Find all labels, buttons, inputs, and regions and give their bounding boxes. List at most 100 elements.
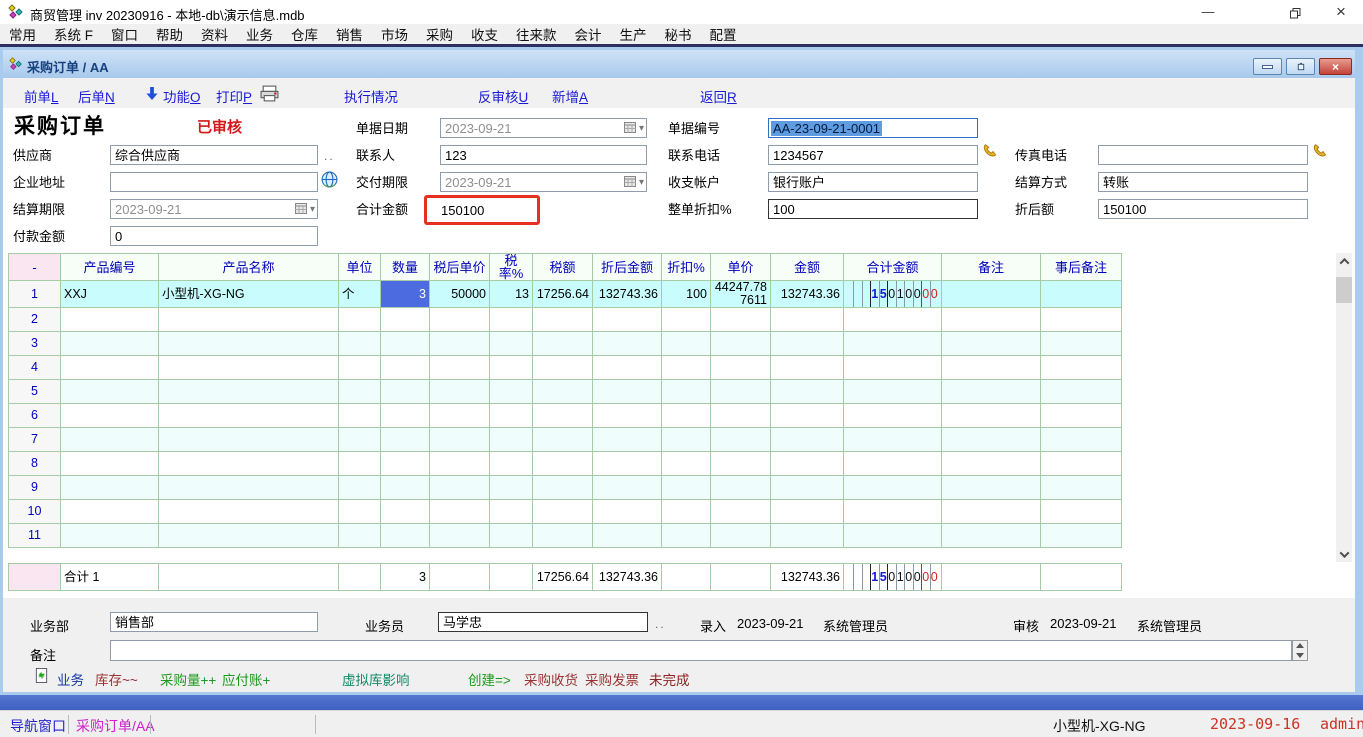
cell[interactable]: 15010000 [844, 564, 942, 591]
menu-item[interactable]: 采购 [417, 22, 462, 46]
cell[interactable] [490, 332, 533, 356]
action-9[interactable]: 未完成 [649, 669, 690, 689]
cell[interactable] [339, 356, 381, 380]
cell[interactable] [533, 356, 593, 380]
cell[interactable]: 132743.36 [593, 564, 662, 591]
cell[interactable] [490, 524, 533, 548]
cell[interactable] [381, 428, 430, 452]
cell[interactable] [533, 428, 593, 452]
cell[interactable] [593, 476, 662, 500]
cell[interactable] [533, 476, 593, 500]
cell[interactable] [942, 404, 1041, 428]
menu-item[interactable]: 系统 F [45, 22, 102, 46]
cell[interactable] [593, 380, 662, 404]
cell[interactable] [662, 500, 711, 524]
cell[interactable] [662, 380, 711, 404]
cell[interactable] [339, 564, 381, 591]
row-number[interactable]: 7 [9, 428, 61, 452]
cell[interactable] [1041, 476, 1122, 500]
cell[interactable]: 个 [339, 281, 381, 308]
cell[interactable] [771, 404, 844, 428]
cell[interactable] [593, 524, 662, 548]
cell[interactable]: 13 [490, 281, 533, 308]
fax-phone-icon[interactable] [1312, 143, 1329, 165]
row-number[interactable]: 9 [9, 476, 61, 500]
cell[interactable] [159, 308, 339, 332]
cell[interactable]: 3 [381, 281, 430, 308]
cell[interactable] [61, 452, 159, 476]
cell[interactable] [490, 476, 533, 500]
cell[interactable] [771, 356, 844, 380]
cell[interactable] [61, 428, 159, 452]
supplier-input[interactable]: 综合供应商 [110, 145, 318, 165]
cell[interactable] [533, 404, 593, 428]
cell[interactable] [1041, 404, 1122, 428]
cell[interactable] [159, 564, 339, 591]
remark-scrollbar[interactable] [1292, 640, 1308, 661]
cell[interactable] [1041, 308, 1122, 332]
cell[interactable] [662, 524, 711, 548]
cell[interactable] [339, 476, 381, 500]
cell[interactable] [942, 428, 1041, 452]
cell[interactable]: 132743.36 [771, 564, 844, 591]
child-minimize-button[interactable] [1253, 58, 1282, 75]
next-doc-button[interactable]: 后单N [78, 86, 115, 106]
cell[interactable] [942, 524, 1041, 548]
cell[interactable] [430, 476, 490, 500]
cell[interactable] [711, 356, 771, 380]
child-close-button[interactable]: × [1319, 58, 1352, 75]
cell[interactable] [339, 500, 381, 524]
paid-amount-input[interactable]: 0 [110, 226, 318, 246]
account-input[interactable]: 银行账户 [768, 172, 978, 192]
cell[interactable] [490, 308, 533, 332]
delivery-date-input[interactable]: 2023-09-21 ▾ [440, 172, 647, 192]
cell[interactable] [662, 452, 711, 476]
cell[interactable] [381, 356, 430, 380]
salesman-browse-button[interactable]: .. [655, 617, 666, 631]
cell[interactable]: 小型机-XG-NG [159, 281, 339, 308]
cell[interactable] [430, 356, 490, 380]
action-1[interactable]: 业务 [57, 669, 84, 689]
cell[interactable] [339, 524, 381, 548]
cell[interactable] [711, 452, 771, 476]
cell[interactable] [159, 524, 339, 548]
back-button[interactable]: 返回R [700, 86, 737, 106]
cell[interactable] [490, 428, 533, 452]
scroll-up-button[interactable] [1336, 253, 1352, 269]
action-4[interactable]: 应付账+ [222, 669, 270, 689]
cell[interactable] [61, 524, 159, 548]
contact-input[interactable]: 123 [440, 145, 647, 165]
dropdown-arrow-icon[interactable]: ▾ [639, 120, 644, 137]
cell[interactable] [159, 500, 339, 524]
child-restore-button[interactable] [1286, 58, 1315, 75]
cell[interactable] [844, 452, 942, 476]
cell[interactable]: 132743.36 [593, 281, 662, 308]
cell[interactable] [533, 332, 593, 356]
cell[interactable] [381, 332, 430, 356]
unaudit-button[interactable]: 反审核U [478, 86, 528, 106]
cell[interactable] [61, 308, 159, 332]
cell[interactable] [381, 524, 430, 548]
cell[interactable] [430, 332, 490, 356]
cell[interactable] [490, 356, 533, 380]
cell[interactable] [381, 404, 430, 428]
cell[interactable] [1041, 332, 1122, 356]
cell[interactable] [490, 500, 533, 524]
cell[interactable] [1041, 428, 1122, 452]
cell[interactable]: 132743.36 [771, 281, 844, 308]
row-number[interactable]: 3 [9, 332, 61, 356]
window-restore-button[interactable] [1286, 2, 1304, 22]
dept-input[interactable]: 销售部 [110, 612, 318, 632]
cell[interactable] [339, 332, 381, 356]
cell[interactable] [711, 308, 771, 332]
window-minimize-button[interactable]: — [1196, 2, 1220, 22]
statusbar-nav-tab[interactable]: 导航窗口 [10, 716, 66, 736]
cell[interactable] [844, 332, 942, 356]
cell[interactable] [844, 404, 942, 428]
cell[interactable] [61, 404, 159, 428]
menu-item[interactable]: 市场 [372, 22, 417, 46]
scroll-down-button[interactable] [1336, 546, 1352, 562]
cell[interactable] [662, 308, 711, 332]
cell[interactable] [1041, 281, 1122, 308]
menu-item[interactable]: 业务 [237, 22, 282, 46]
